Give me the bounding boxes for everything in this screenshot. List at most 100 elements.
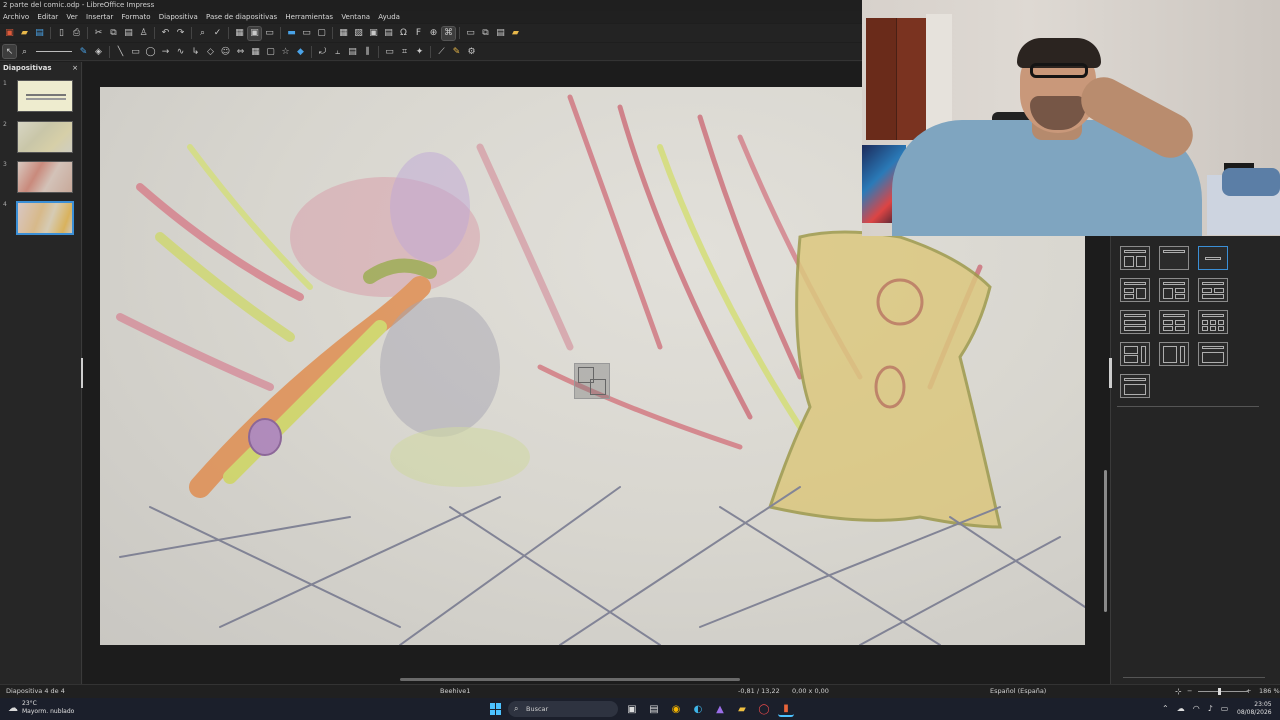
libreoffice-impress-icon[interactable]: ▮ [778, 701, 794, 717]
cut-icon[interactable]: ✂ [92, 27, 105, 40]
fit-slide-icon[interactable]: ⊹ [1175, 685, 1182, 698]
menu-ayuda[interactable]: Ayuda [375, 11, 403, 23]
zoom-icon[interactable]: ⌕ [18, 45, 31, 58]
shadow-icon[interactable]: ▭ [383, 45, 396, 58]
show-draw-functions-icon[interactable]: ⌘ [441, 25, 456, 41]
layout-vertical-text[interactable] [1159, 342, 1189, 366]
layout-title-content[interactable] [1198, 342, 1228, 366]
app-icon[interactable]: ▲ [712, 701, 728, 717]
slide-design-icon[interactable]: ▰ [509, 27, 522, 40]
crop-image-icon[interactable]: ⌗ [398, 45, 411, 58]
new-document-icon[interactable]: ▣ [3, 27, 16, 40]
slide-show-icon[interactable]: ▭ [300, 27, 313, 40]
horizontal-scrollbar[interactable] [400, 678, 740, 681]
tray-chevron-icon[interactable]: ⌃ [1162, 704, 1169, 713]
block-arrows-icon[interactable]: ⇔ [234, 45, 247, 58]
ellipse-tool-icon[interactable]: ◯ [144, 45, 157, 58]
select-pointer-icon[interactable]: ↖ [2, 44, 17, 59]
rotate-icon[interactable]: ⤾ [316, 45, 329, 58]
menu-ventana[interactable]: Ventana [338, 11, 373, 23]
insert-table-icon[interactable]: ▦ [337, 27, 350, 40]
menu-ver[interactable]: Ver [63, 11, 80, 23]
menu-diapositiva[interactable]: Diapositiva [156, 11, 201, 23]
clock[interactable]: 23:05 08/08/2026 [1237, 701, 1272, 717]
slide-thumbnail-2[interactable]: 2 [3, 121, 76, 157]
glue-points-icon[interactable]: ✎ [450, 45, 463, 58]
layout-title-only[interactable] [1159, 246, 1189, 270]
slide-layout-icon[interactable]: ▭ [464, 27, 477, 40]
redo-icon[interactable]: ↷ [174, 27, 187, 40]
align-objects-icon[interactable]: ⫠ [331, 45, 344, 58]
toggle-extrusion-icon[interactable]: ⚙ [465, 45, 478, 58]
menu-archivo[interactable]: Archivo [0, 11, 32, 23]
volume-icon[interactable]: ♪ [1208, 704, 1213, 713]
layout-centered-text[interactable] [1198, 246, 1228, 270]
slide-thumbnail-4[interactable]: 4 [3, 201, 76, 237]
layout-two-content[interactable] [1120, 246, 1150, 270]
insert-content-placeholder-icon[interactable] [574, 363, 610, 399]
edge-icon[interactable]: ◐ [690, 701, 706, 717]
callouts-icon[interactable]: ▢ [264, 45, 277, 58]
zoom-slider-knob[interactable] [1218, 688, 1221, 695]
insert-media-icon[interactable]: ▣ [367, 27, 380, 40]
onedrive-icon[interactable]: ☁ [1177, 704, 1185, 713]
task-view-icon[interactable]: ▣ [624, 701, 640, 717]
slide-thumbnail-1[interactable]: 1 [3, 80, 76, 116]
line-style-sample[interactable] [36, 51, 72, 52]
layout-title-vertical-text[interactable] [1120, 374, 1150, 398]
symbol-shapes-icon[interactable]: ☺ [219, 45, 232, 58]
windows-start-icon[interactable] [490, 703, 502, 715]
master-slide-name[interactable]: Beehive1 [440, 685, 470, 698]
distribute-icon[interactable]: ⫼ [361, 45, 374, 58]
insert-image-icon[interactable]: ▨ [352, 27, 365, 40]
fill-color-icon[interactable]: ◈ [92, 45, 105, 58]
start-slideshow-icon[interactable]: ▬ [285, 27, 298, 40]
slide-preview-active[interactable] [16, 201, 74, 235]
slide-properties-icon[interactable]: ▤ [494, 27, 507, 40]
new-slide-icon[interactable]: ▢ [315, 27, 328, 40]
insert-textbox-icon[interactable]: ▤ [382, 27, 395, 40]
master-slide-icon[interactable]: ▭ [263, 27, 276, 40]
filter-icon[interactable]: ✦ [413, 45, 426, 58]
taskbar-search[interactable]: ⌕ Buscar [508, 701, 618, 717]
weather-widget[interactable]: ☁ 23°C Mayorm. nublado [8, 700, 74, 716]
rectangle-tool-icon[interactable]: ▭ [129, 45, 142, 58]
3d-objects-icon[interactable]: ◆ [294, 45, 307, 58]
duplicate-slide-icon[interactable]: ⧉ [479, 27, 492, 40]
connector-tool-icon[interactable]: ↳ [189, 45, 202, 58]
menu-herramientas[interactable]: Herramientas [282, 11, 336, 23]
zoom-out-icon[interactable]: − [1187, 685, 1192, 698]
display-grid-icon[interactable]: ▦ [233, 27, 246, 40]
layout-title-content-2content[interactable] [1159, 278, 1189, 302]
layout-title-4content[interactable] [1159, 310, 1189, 334]
opera-icon[interactable]: ◯ [756, 701, 772, 717]
zoom-slider[interactable] [1198, 691, 1248, 692]
clone-format-icon[interactable]: ♙ [137, 27, 150, 40]
curve-tool-icon[interactable]: ∿ [174, 45, 187, 58]
save-icon[interactable]: ▤ [33, 27, 46, 40]
copy-icon[interactable]: ⧉ [107, 27, 120, 40]
store-icon[interactable]: ▤ [646, 701, 662, 717]
print-icon[interactable]: ⎙ [70, 27, 83, 40]
slide-preview[interactable] [17, 121, 73, 153]
find-replace-icon[interactable]: ⌕ [196, 27, 209, 40]
slide-thumbnail-3[interactable]: 3 [3, 161, 76, 197]
file-explorer-icon[interactable]: ▰ [734, 701, 750, 717]
chrome-icon[interactable]: ◉ [668, 701, 684, 717]
layout-title-2content-over[interactable] [1198, 278, 1228, 302]
layout-vertical-title-text[interactable] [1120, 342, 1150, 366]
layout-title-6content[interactable] [1198, 310, 1228, 334]
menu-insertar[interactable]: Insertar [83, 11, 116, 23]
slide-preview[interactable] [17, 80, 73, 112]
display-views-icon[interactable]: ▣ [247, 25, 262, 41]
menu-pase-de-diapositivas[interactable]: Pase de diapositivas [203, 11, 280, 23]
battery-icon[interactable]: ▭ [1221, 704, 1229, 713]
menu-editar[interactable]: Editar [34, 11, 61, 23]
zoom-level[interactable]: 186 % [1259, 685, 1280, 698]
open-folder-icon[interactable]: ▰ [18, 27, 31, 40]
language-status[interactable]: Español (España) [990, 685, 1046, 698]
special-character-icon[interactable]: Ω [397, 27, 410, 40]
panel-splitter-right[interactable] [1109, 358, 1112, 388]
network-icon[interactable]: ◠ [1193, 704, 1200, 713]
undo-icon[interactable]: ↶ [159, 27, 172, 40]
